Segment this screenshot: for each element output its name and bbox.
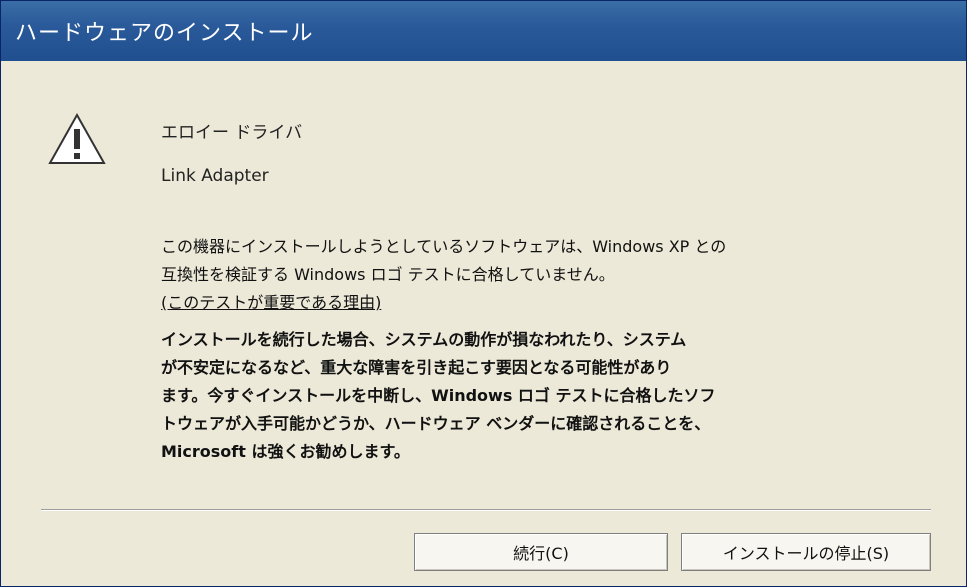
compatibility-warning-text: この機器にインストールしようとしているソフトウェアは、Windows XP との… (161, 233, 921, 317)
risk-line: インストールを続行した場合、システムの動作が損なわれたり、システム (161, 330, 687, 349)
continue-button[interactable]: 続行(C) (414, 533, 668, 571)
stop-installation-button[interactable]: インストールの停止(S) (681, 533, 931, 571)
window-title: ハードウェアのインストール (15, 21, 314, 46)
warning-line: この機器にインストールしようとしているソフトウェアは、Windows XP との (161, 237, 727, 256)
risk-warning-text: インストールを続行した場合、システムの動作が損なわれたり、システム が不安定にな… (161, 326, 921, 466)
warning-icon (48, 112, 106, 164)
title-bar[interactable]: ハードウェアのインストール (1, 1, 966, 61)
device-subtitle: Link Adapter (161, 166, 269, 186)
hardware-install-dialog: ハードウェアのインストール エロイー ドライバ Link Adapter この機… (0, 0, 967, 587)
divider (41, 509, 931, 511)
risk-line: ます。今すぐインストールを中断し、Windows ロゴ テストに合格したソフ (161, 386, 716, 405)
risk-line: が不安定になるなど、重大な障害を引き起こす要因となる可能性があり (161, 358, 672, 377)
risk-line: トウェアが入手可能かどうか、ハードウェア ベンダーに確認されることを、 (161, 414, 711, 433)
warning-line: 互換性を検証する Windows ロゴ テストに合格していません。 (161, 265, 615, 284)
why-test-important-link[interactable]: (このテストが重要である理由) (161, 289, 921, 317)
risk-line: Microsoft は強くお勧めします。 (161, 442, 410, 461)
device-name: エロイー ドライバ (161, 123, 303, 143)
